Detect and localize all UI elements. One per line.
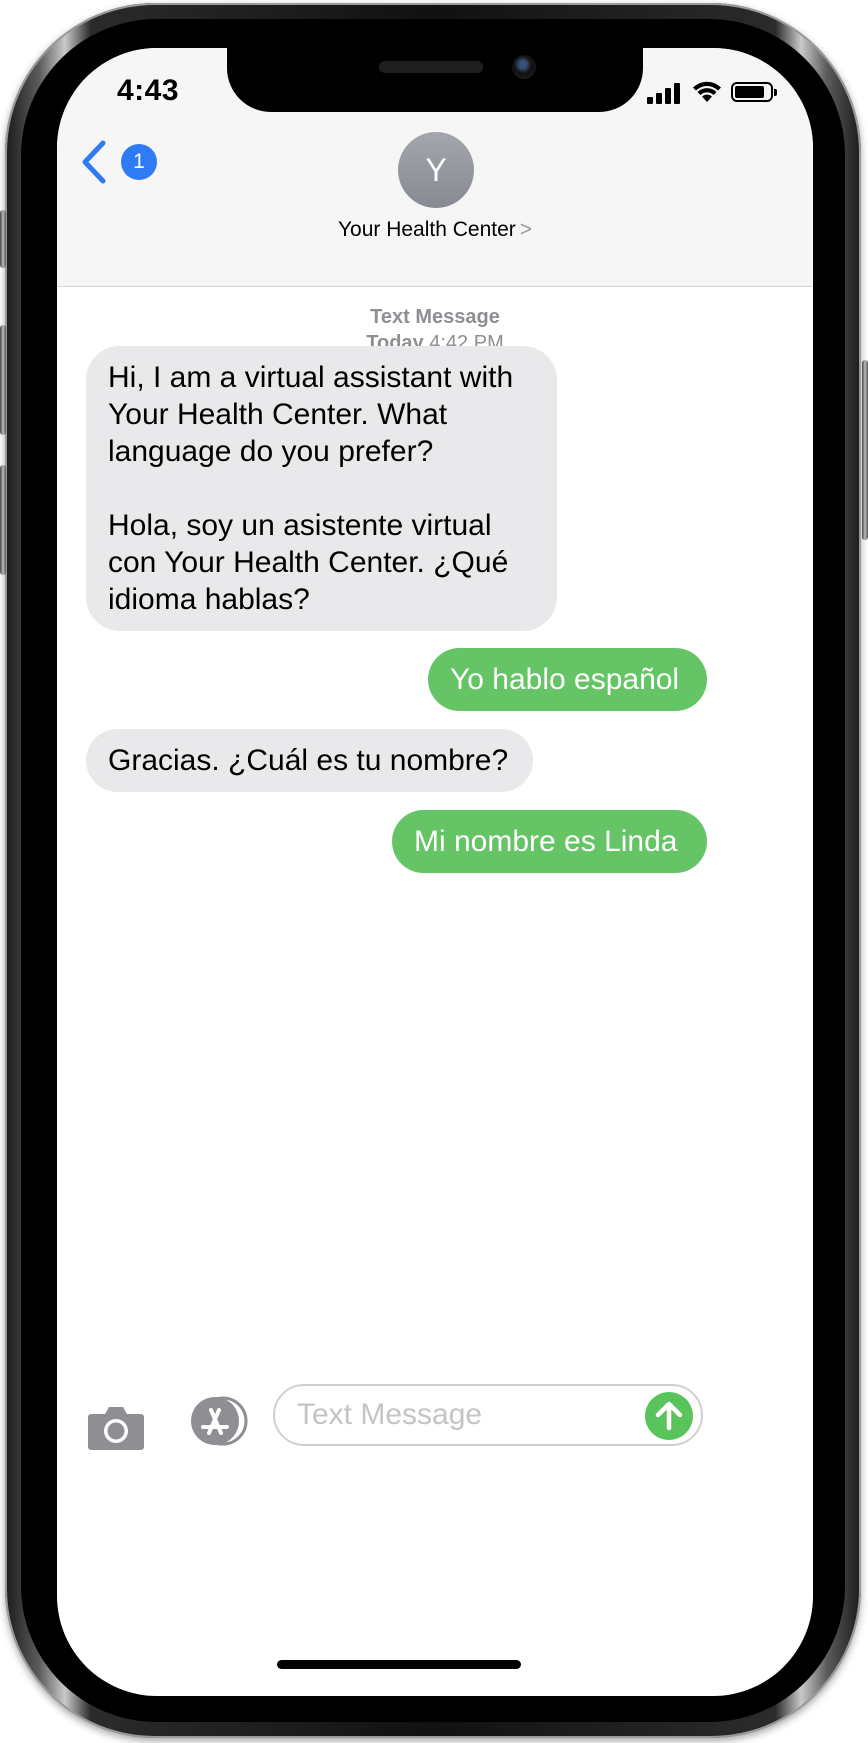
front-camera xyxy=(512,55,536,79)
notch xyxy=(227,48,643,112)
app-store-icon xyxy=(191,1396,248,1446)
side-button-volume-up xyxy=(0,325,6,435)
status-icons xyxy=(647,81,787,106)
message-bubble-outgoing[interactable]: Yo hablo español xyxy=(428,648,729,711)
chevron-right-icon: > xyxy=(519,218,533,241)
contact-name-label: Your Health Center xyxy=(337,218,516,241)
battery-level xyxy=(735,86,764,98)
message-line: idioma hablas? xyxy=(108,583,310,616)
side-button-volume-down xyxy=(0,465,6,575)
message-input-box[interactable] xyxy=(273,1384,703,1446)
service-label: Text Message xyxy=(370,306,500,328)
message-paragraph-gap xyxy=(108,470,535,507)
side-button-mute xyxy=(0,210,6,268)
message-line: Yo hablo español xyxy=(450,663,680,696)
wifi-icon xyxy=(693,81,721,102)
camera-icon xyxy=(88,1407,144,1450)
message-line: Hi, I am a virtual assistant with xyxy=(108,361,514,394)
unread-badge: 1 xyxy=(121,144,157,180)
cellular-signal-icon xyxy=(647,82,683,104)
message-bubble-incoming[interactable]: Hi, I am a virtual assistant with Your H… xyxy=(64,346,557,631)
camera-button[interactable] xyxy=(87,1404,147,1454)
home-indicator[interactable] xyxy=(277,1660,521,1669)
side-button-power xyxy=(862,360,868,540)
chevron-left-icon xyxy=(82,140,106,184)
arrow-up-icon xyxy=(655,1401,683,1431)
message-bubble-outgoing[interactable]: Mi nombre es Linda xyxy=(392,810,729,873)
earpiece-speaker xyxy=(379,61,483,73)
screen: 4:43 1 Y Your Health Center > Text Messa… xyxy=(57,48,813,1696)
status-time: 4:43 xyxy=(117,74,180,107)
contact-name[interactable]: Your Health Center > xyxy=(57,218,813,242)
battery-icon xyxy=(731,82,777,102)
message-line: language do you prefer? xyxy=(108,435,434,468)
message-line: Hola, soy un asistente virtual xyxy=(108,509,492,542)
send-button[interactable] xyxy=(645,1392,693,1440)
message-bubble-incoming[interactable]: Gracias. ¿Cuál es tu nombre? xyxy=(64,729,533,792)
message-line: Mi nombre es Linda xyxy=(414,825,678,858)
message-line: Gracias. ¿Cuál es tu nombre? xyxy=(108,744,509,777)
message-input[interactable] xyxy=(297,1396,627,1434)
message-line: Your Health Center. What xyxy=(108,398,448,431)
app-store-button[interactable] xyxy=(185,1396,251,1446)
message-line: con Your Health Center. ¿Qué xyxy=(108,546,509,579)
back-button[interactable]: 1 xyxy=(79,140,157,190)
contact-avatar[interactable]: Y xyxy=(398,132,474,208)
